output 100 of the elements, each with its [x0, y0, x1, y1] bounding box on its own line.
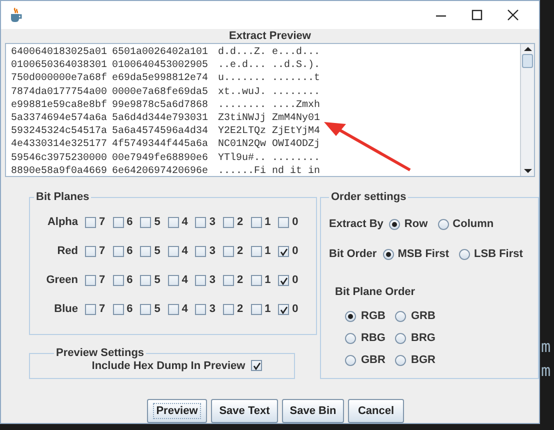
hex-text: 5a3374694e574a6a	[11, 112, 108, 126]
ascii-text: ZmM4Ny01	[272, 112, 320, 126]
checkbox[interactable]	[140, 304, 152, 315]
ascii-text: d.d...Z.	[218, 46, 268, 60]
radio-label: GBR	[361, 352, 386, 368]
checkbox[interactable]	[85, 217, 96, 228]
checkbox[interactable]	[112, 304, 124, 315]
ascii-text: ........	[272, 86, 320, 99]
checkbox[interactable]	[278, 275, 290, 286]
checkbox-label: 4	[182, 302, 188, 318]
checkbox[interactable]	[168, 217, 179, 228]
background-text: m	[540, 338, 551, 356]
radio-button[interactable]	[438, 219, 449, 230]
radio-label: MSB First	[398, 247, 450, 262]
checkbox[interactable]	[140, 246, 152, 257]
checkbox[interactable]	[250, 304, 262, 315]
checkbox[interactable]	[250, 275, 262, 286]
checkbox[interactable]	[250, 217, 262, 228]
ascii-text: ....Zmxh	[272, 98, 320, 112]
scroll-down-arrow-icon[interactable]	[524, 166, 532, 176]
scrollbar-thumb[interactable]	[522, 54, 533, 68]
radio-button[interactable]	[382, 249, 394, 260]
hex-text: 0100640453002905	[112, 59, 210, 72]
checkbox-label: 0	[292, 215, 298, 230]
scroll-up-arrow-icon[interactable]	[524, 44, 532, 54]
radio-button[interactable]	[345, 310, 356, 322]
checkbox-label: 1	[264, 244, 271, 260]
checkbox-label: 2	[236, 273, 244, 288]
checkbox-label: 6	[126, 215, 133, 230]
checkbox[interactable]	[222, 275, 234, 286]
checkbox[interactable]	[112, 246, 124, 257]
radio-button[interactable]	[395, 354, 406, 366]
maximize-icon[interactable]	[470, 8, 484, 22]
checkbox[interactable]	[140, 275, 152, 286]
checkbox-label: 2	[236, 215, 244, 230]
checkbox[interactable]	[195, 246, 206, 257]
ascii-text: xt..wuJ.	[218, 86, 268, 99]
checkbox-label: 4	[182, 215, 188, 230]
checkbox-label: 4	[182, 273, 188, 288]
checkbox-label: 6	[126, 244, 133, 260]
radio-button[interactable]	[395, 332, 406, 344]
checkbox[interactable]	[112, 275, 124, 286]
order-settings-title: Order settings	[330, 190, 408, 205]
dialog-button[interactable]: Preview	[147, 399, 207, 423]
radio-button[interactable]	[345, 332, 356, 344]
radio-label: LSB First	[474, 247, 523, 262]
radio-button[interactable]	[395, 310, 406, 322]
hex-text: 6400640183025a01	[11, 46, 108, 60]
checkbox[interactable]	[195, 217, 206, 228]
checkbox-label: 6	[126, 273, 133, 288]
checkbox[interactable]	[278, 246, 290, 257]
checkbox[interactable]	[251, 360, 262, 372]
checkbox[interactable]	[195, 275, 206, 286]
radio-button[interactable]	[345, 354, 356, 366]
checkbox[interactable]	[222, 304, 234, 315]
checkbox-label: 0	[292, 244, 298, 260]
ascii-text: u.......	[218, 72, 268, 86]
hex-text: 5a6a4574596a4d34	[112, 125, 210, 138]
vertical-scrollbar[interactable]	[520, 44, 534, 176]
checkbox[interactable]	[222, 246, 234, 257]
ascii-text: nd it in	[272, 164, 320, 176]
checkbox[interactable]	[278, 217, 290, 228]
checkbox[interactable]	[250, 246, 262, 257]
row-label: Alpha	[46, 215, 78, 230]
checkbox-label: 3	[209, 302, 216, 318]
radio-label: BRG	[411, 330, 436, 346]
checkbox[interactable]	[140, 217, 152, 228]
field-label: Bit Order	[329, 247, 377, 262]
hex-text: 0000e7a68fe69da5	[112, 86, 210, 99]
checkbox[interactable]	[85, 246, 96, 257]
dialog-button[interactable]: Cancel	[348, 399, 404, 423]
checkbox[interactable]	[112, 217, 124, 228]
checkbox-label: 5	[154, 302, 160, 318]
close-icon[interactable]	[506, 8, 520, 22]
checkbox-label: 7	[99, 215, 106, 230]
checkbox-label: 0	[292, 302, 298, 318]
ascii-text: OWI4ODZj	[272, 138, 320, 152]
ascii-text: ZjEtYjM4	[272, 125, 320, 138]
hex-text: 0100650364038301	[11, 59, 108, 72]
checkbox[interactable]	[278, 304, 290, 315]
row-label: Blue	[53, 302, 78, 318]
checkbox[interactable]	[168, 246, 179, 257]
radio-button[interactable]	[389, 219, 400, 230]
radio-button[interactable]	[459, 249, 470, 260]
checkbox[interactable]	[85, 275, 96, 286]
hex-text: 593245324c54517a	[11, 125, 108, 138]
dialog-button[interactable]: Save Text	[211, 399, 278, 423]
checkbox[interactable]	[85, 304, 96, 315]
hex-text: 5a6d4d344e793031	[112, 112, 210, 126]
hex-text: e99881e59ca8e8bf	[11, 98, 108, 112]
checkbox[interactable]	[222, 217, 234, 228]
preview-title: Extract Preview	[228, 29, 312, 43]
checkbox[interactable]	[168, 304, 179, 315]
checkbox[interactable]	[195, 304, 206, 315]
ascii-text: ........	[218, 98, 268, 112]
field-label: Extract By	[329, 217, 384, 232]
checkbox-label: 3	[209, 273, 216, 288]
checkbox[interactable]	[168, 275, 179, 286]
checkbox-label: 4	[182, 244, 188, 260]
dialog-button[interactable]: Save Bin	[282, 399, 344, 423]
